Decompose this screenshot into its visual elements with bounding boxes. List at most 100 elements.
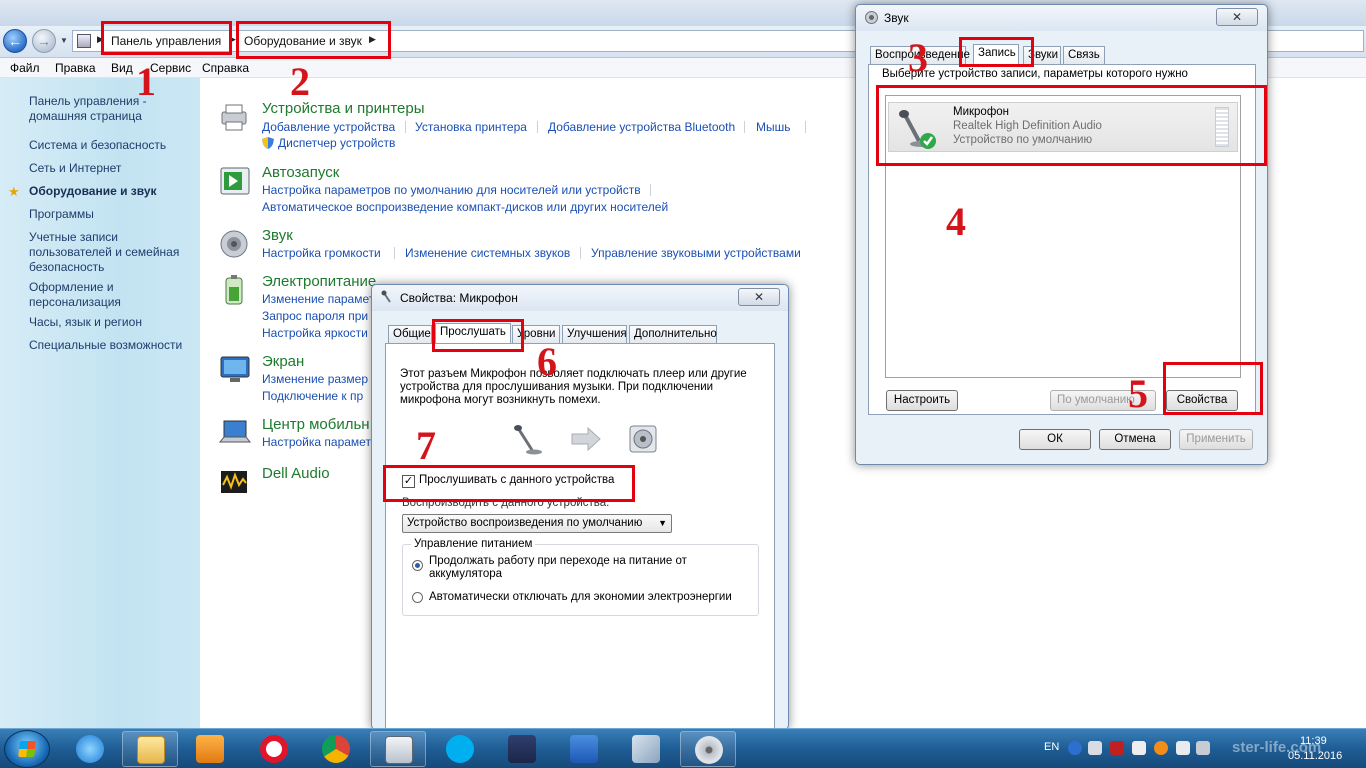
category-title[interactable]: Устройства и принтеры [262,100,424,117]
menu-view[interactable]: Вид [111,61,133,75]
taskbar-skype[interactable] [432,731,488,767]
clock-date[interactable]: 05.11.2016 [1288,750,1342,762]
tab-advanced[interactable]: Дополнительно [629,325,717,343]
link-autoplay-cds[interactable]: Автоматическое воспроизведение компакт-д… [262,200,668,214]
category-title[interactable]: Электропитание [262,273,376,290]
annotation-box-1 [101,21,232,55]
link-display-size[interactable]: Изменение размер [262,372,368,386]
chrome-icon [322,735,350,763]
category-title[interactable]: Dell Audio [262,465,330,482]
sound-dialog-titlebar[interactable]: Звук ✕ [856,5,1267,31]
shield-icon [262,137,274,149]
tab-listen[interactable]: Прослушать [435,323,511,343]
mic-dialog-titlebar[interactable]: Свойства: Микрофон ✕ [372,285,788,311]
link-mobility-settings[interactable]: Настройка парамет [262,435,371,449]
link-add-device[interactable]: Добавление устройства [262,120,395,134]
tab-recording[interactable]: Запись [973,44,1019,64]
menu-tools[interactable]: Сервис [150,61,191,75]
history-dropdown-icon[interactable]: ▼ [60,36,68,45]
sidebar-item-network[interactable]: Сеть и Интернет [29,161,121,176]
microphone-icon [381,290,391,303]
sidebar-item-clock-region[interactable]: Часы, язык и регион [29,315,142,330]
power-option-disable-radio[interactable] [412,592,423,603]
taskbar-word[interactable] [556,731,612,767]
apply-button[interactable]: Применить [1179,429,1253,450]
link-install-printer[interactable]: Установка принтера [415,120,527,134]
chevron-down-icon: ▼ [658,518,667,528]
configure-button[interactable]: Настроить [886,390,958,411]
tab-communications[interactable]: Связь [1063,46,1105,64]
clock-time[interactable]: 11:39 [1300,735,1327,747]
power-option-continue-label[interactable]: Продолжать работу при переходе на питани… [429,555,719,581]
sidebar-item-home[interactable]: Панель управления - домашняя страница [29,94,147,124]
sidebar-item-system-security[interactable]: Система и безопасность [29,138,166,153]
avast-icon[interactable] [1154,741,1168,755]
link-power-settings[interactable]: Изменение парамет [262,292,374,306]
menu-help[interactable]: Справка [202,61,249,75]
tab-general[interactable]: Общие [388,325,432,343]
link-wake-password[interactable]: Запрос пароля при [262,309,368,323]
category-title[interactable]: Звук [262,227,293,244]
taskbar-pen[interactable] [618,731,674,767]
battery-icon [225,275,243,305]
link-autoplay-defaults[interactable]: Настройка параметров по умолчанию для но… [262,183,641,197]
control-panel-icon [385,736,413,764]
laptop-icon [218,420,252,443]
start-button[interactable] [4,730,50,768]
taskbar-control-panel[interactable] [370,731,426,767]
category-title[interactable]: Центр мобильн [262,416,370,433]
sidebar-item-user-accounts[interactable]: Учетные записи пользователей и семейная … [29,230,179,275]
back-arrow-icon[interactable]: ← [3,29,27,53]
close-icon[interactable]: ✕ [1216,8,1258,26]
power-option-disable-label[interactable]: Автоматически отключать для экономии эле… [429,591,732,603]
link-manage-audio-devices[interactable]: Управление звуковыми устройствами [591,246,801,260]
taskbar-opera[interactable] [246,731,302,767]
link-volume[interactable]: Настройка громкости [262,246,381,260]
annotation-box-2 [236,21,391,59]
taskbar-ie[interactable] [62,731,118,767]
forward-arrow-icon[interactable]: → [32,29,56,53]
listen-panel: Этот разъем Микрофон позволяет подключат… [385,343,775,731]
link-add-bluetooth[interactable]: Добавление устройства Bluetooth [548,120,735,134]
divider [537,121,538,133]
usb-icon[interactable] [1176,741,1190,755]
taskbar-sound[interactable] [680,731,736,767]
close-icon[interactable]: ✕ [738,288,780,306]
taskbar-save[interactable] [494,731,550,767]
pen-tablet-icon [632,735,660,763]
playback-device-select[interactable]: Устройство воспроизведения по умолчанию … [402,514,672,533]
category-title[interactable]: Автозапуск [262,164,339,181]
divider [744,121,745,133]
link-system-sounds[interactable]: Изменение системных звуков [405,246,570,260]
language-indicator[interactable]: EN [1044,741,1059,753]
power-option-continue-radio[interactable] [412,560,423,571]
taskbar-chrome[interactable] [308,731,364,767]
help-icon[interactable] [1068,741,1082,755]
cancel-button[interactable]: Отмена [1099,429,1171,450]
tab-enhancements[interactable]: Улучшения [562,325,627,343]
category-title[interactable]: Экран [262,353,304,370]
sidebar-item-appearance[interactable]: Оформление и персонализация [29,280,121,310]
sidebar-item-accessibility[interactable]: Специальные возможности [29,338,182,353]
network-icon[interactable] [1110,741,1124,755]
menu-edit[interactable]: Правка [55,61,96,75]
taskbar-media[interactable] [182,731,238,767]
tray-arrow-icon[interactable] [1088,741,1102,755]
ok-button[interactable]: ОК [1019,429,1091,450]
menu-file[interactable]: Файл [10,61,40,75]
link-mouse[interactable]: Мышь [756,120,791,134]
sidebar-item-hardware-sound[interactable]: Оборудование и звук [29,184,157,199]
dell-audio-icon [221,471,247,493]
sidebar: Панель управления - домашняя страница Си… [0,78,200,728]
divider [580,247,581,259]
taskbar: EN ster-life.com 11:39 05.11.2016 [0,728,1366,768]
link-brightness[interactable]: Настройка яркости [262,326,368,340]
link-connect-projector[interactable]: Подключение к пр [262,389,363,403]
sidebar-item-programs[interactable]: Программы [29,207,94,222]
volume-icon[interactable] [1196,741,1210,755]
taskbar-explorer[interactable] [122,731,178,767]
word-icon [570,735,598,763]
divider [805,121,806,133]
link-device-manager[interactable]: Диспетчер устройств [278,136,395,150]
action-center-icon[interactable] [1132,741,1146,755]
